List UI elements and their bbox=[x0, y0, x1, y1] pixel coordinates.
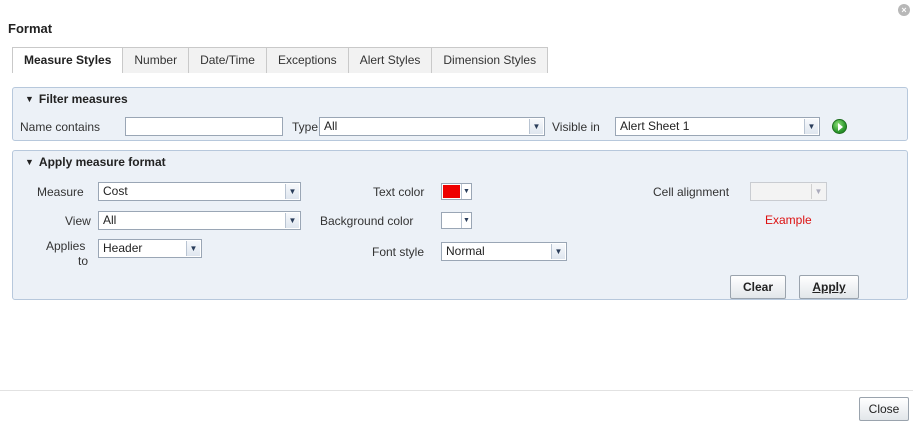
visible-in-select-value: Alert Sheet 1 bbox=[620, 119, 690, 133]
tab-dimension-styles[interactable]: Dimension Styles bbox=[432, 47, 549, 73]
type-label: Type bbox=[292, 120, 319, 134]
type-select[interactable]: All ▼ bbox=[319, 117, 545, 136]
applies-to-select[interactable]: Header ▼ bbox=[98, 239, 202, 258]
tab-measure-styles[interactable]: Measure Styles bbox=[12, 47, 124, 73]
apply-measure-format-title: Apply measure format bbox=[38, 155, 166, 169]
chevron-down-icon: ▼ bbox=[551, 244, 565, 259]
measure-label: Measure bbox=[37, 185, 84, 199]
tab-alert-styles[interactable]: Alert Styles bbox=[348, 47, 433, 73]
apply-measure-format-panel: ▼ Apply measure format Measure Cost ▼ Vie… bbox=[12, 150, 908, 300]
dialog-title: Format bbox=[8, 21, 53, 36]
format-tabs: Measure Styles Number Date/Time Exceptio… bbox=[12, 47, 549, 73]
dialog-titlebar: Format × bbox=[0, 0, 913, 42]
name-contains-input[interactable] bbox=[125, 117, 283, 136]
name-contains-label: Name contains bbox=[20, 120, 101, 134]
font-style-label: Font style bbox=[372, 245, 425, 259]
cell-alignment-label: Cell alignment bbox=[653, 185, 730, 199]
close-icon[interactable]: × bbox=[898, 4, 910, 16]
text-color-picker[interactable]: ▼ bbox=[441, 183, 472, 200]
text-color-swatch bbox=[443, 185, 460, 198]
type-select-value: All bbox=[324, 119, 338, 133]
measure-select-value: Cost bbox=[103, 184, 128, 198]
chevron-down-icon: ▼ bbox=[804, 119, 818, 134]
go-arrow-icon[interactable] bbox=[832, 119, 847, 134]
font-style-select[interactable]: Normal ▼ bbox=[441, 242, 567, 261]
visible-in-label: Visible in bbox=[552, 120, 600, 134]
text-color-label: Text color bbox=[373, 185, 425, 199]
format-example-preview: Example bbox=[765, 213, 812, 227]
footer-divider bbox=[0, 390, 913, 391]
chevron-down-icon: ▼ bbox=[285, 213, 299, 228]
chevron-down-icon: ▼ bbox=[285, 184, 299, 199]
chevron-down-icon: ▼ bbox=[25, 157, 34, 167]
background-color-swatch bbox=[443, 214, 460, 227]
applies-to-label-line1: Applies bbox=[46, 239, 86, 253]
filter-measures-panel: ▼ Filter measures Name contains Type All … bbox=[12, 87, 908, 141]
chevron-down-icon: ▼ bbox=[25, 94, 34, 104]
tab-number[interactable]: Number bbox=[123, 47, 190, 73]
applies-to-select-value: Header bbox=[103, 241, 143, 255]
view-select-value: All bbox=[103, 213, 117, 227]
font-style-select-value: Normal bbox=[446, 244, 485, 258]
view-select[interactable]: All ▼ bbox=[98, 211, 301, 230]
chevron-down-icon: ▼ bbox=[461, 184, 471, 199]
applies-to-label-line2: to bbox=[78, 254, 89, 268]
view-label: View bbox=[65, 214, 91, 228]
tab-date-time[interactable]: Date/Time bbox=[189, 47, 267, 73]
chevron-down-icon: ▼ bbox=[529, 119, 543, 134]
clear-button[interactable]: Clear bbox=[730, 275, 786, 299]
cell-alignment-select[interactable]: ▼ bbox=[750, 182, 827, 201]
measure-select[interactable]: Cost ▼ bbox=[98, 182, 301, 201]
close-button[interactable]: Close bbox=[859, 397, 909, 421]
apply-measure-format-header[interactable]: ▼ Apply measure format bbox=[25, 155, 166, 169]
visible-in-select[interactable]: Alert Sheet 1 ▼ bbox=[615, 117, 820, 136]
chevron-down-icon: ▼ bbox=[461, 213, 471, 228]
chevron-down-icon: ▼ bbox=[811, 184, 825, 199]
background-color-picker[interactable]: ▼ bbox=[441, 212, 472, 229]
tab-exceptions[interactable]: Exceptions bbox=[266, 47, 349, 73]
background-color-label: Background color bbox=[320, 214, 414, 228]
chevron-down-icon: ▼ bbox=[186, 241, 200, 256]
filter-measures-header[interactable]: ▼ Filter measures bbox=[25, 92, 128, 106]
apply-button[interactable]: Apply bbox=[799, 275, 859, 299]
filter-measures-title: Filter measures bbox=[38, 92, 128, 106]
